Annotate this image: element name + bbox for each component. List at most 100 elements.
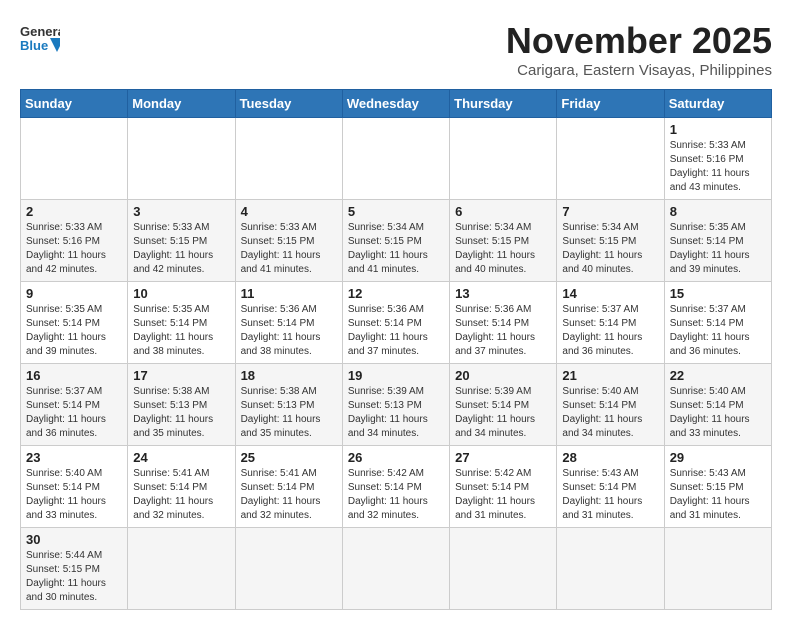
calendar-title: November 2025 xyxy=(506,20,772,62)
calendar-cell: 2 Sunrise: 5:33 AM Sunset: 5:16 PM Daylig… xyxy=(21,200,128,282)
day-info: Sunrise: 5:40 AM Sunset: 5:14 PM Dayligh… xyxy=(670,385,766,441)
calendar-cell: 13 Sunrise: 5:36 AM Sunset: 5:14 PM Dayli… xyxy=(450,282,557,364)
calendar-cell: 25Sunrise: 5:41 AM Sunset: 5:14 PM Dayli… xyxy=(235,446,342,528)
weekday-header-friday: Friday xyxy=(557,90,664,118)
calendar-cell: 11 Sunrise: 5:36 AM Sunset: 5:14 PM Dayli… xyxy=(235,282,342,364)
day-number: 23 xyxy=(26,450,122,465)
day-info: Sunrise: 5:39 AM Sunset: 5:14 PM Dayligh… xyxy=(455,385,551,441)
day-info: Sunrise: 5:36 AM Sunset: 5:14 PM Dayligh… xyxy=(455,303,551,359)
day-info: Sunrise: 5:37 AM Sunset: 5:14 PM Dayligh… xyxy=(562,303,658,359)
calendar-subtitle: Carigara, Eastern Visayas, Philippines xyxy=(506,62,772,79)
day-info: Sunrise: 5:44 AM Sunset: 5:15 PM Dayligh… xyxy=(26,549,122,605)
logo-icon: General Blue xyxy=(20,20,60,60)
day-info: Sunrise: 5:34 AM Sunset: 5:15 PM Dayligh… xyxy=(455,221,551,277)
day-info: Sunrise: 5:42 AM Sunset: 5:14 PM Dayligh… xyxy=(455,467,551,523)
calendar-cell: 10 Sunrise: 5:35 AM Sunset: 5:14 PM Dayli… xyxy=(128,282,235,364)
calendar-cell: 28Sunrise: 5:43 AM Sunset: 5:14 PM Dayli… xyxy=(557,446,664,528)
calendar-cell: 4Sunrise: 5:33 AM Sunset: 5:15 PM Daylig… xyxy=(235,200,342,282)
calendar-cell: 14 Sunrise: 5:37 AM Sunset: 5:14 PM Dayli… xyxy=(557,282,664,364)
calendar-cell xyxy=(557,528,664,610)
day-info: Sunrise: 5:37 AM Sunset: 5:14 PM Dayligh… xyxy=(26,385,122,441)
page-header: General Blue November 2025 Carigara, Eas… xyxy=(20,20,772,79)
day-info: Sunrise: 5:33 AM Sunset: 5:15 PM Dayligh… xyxy=(133,221,229,277)
day-info: Sunrise: 5:37 AM Sunset: 5:14 PM Dayligh… xyxy=(670,303,766,359)
day-info: Sunrise: 5:43 AM Sunset: 5:15 PM Dayligh… xyxy=(670,467,766,523)
day-number: 10 xyxy=(133,286,229,301)
day-info: Sunrise: 5:41 AM Sunset: 5:14 PM Dayligh… xyxy=(133,467,229,523)
day-number: 3 xyxy=(133,204,229,219)
calendar-week-row: 16 Sunrise: 5:37 AM Sunset: 5:14 PM Dayli… xyxy=(21,364,772,446)
day-info: Sunrise: 5:42 AM Sunset: 5:14 PM Dayligh… xyxy=(348,467,444,523)
day-number: 19 xyxy=(348,368,444,383)
weekday-header-tuesday: Tuesday xyxy=(235,90,342,118)
day-info: Sunrise: 5:39 AM Sunset: 5:13 PM Dayligh… xyxy=(348,385,444,441)
calendar-cell: 24Sunrise: 5:41 AM Sunset: 5:14 PM Dayli… xyxy=(128,446,235,528)
day-number: 22 xyxy=(670,368,766,383)
calendar-table: SundayMondayTuesdayWednesdayThursdayFrid… xyxy=(20,89,772,610)
day-info: Sunrise: 5:43 AM Sunset: 5:14 PM Dayligh… xyxy=(562,467,658,523)
calendar-cell xyxy=(128,118,235,200)
calendar-cell: 30 Sunrise: 5:44 AM Sunset: 5:15 PM Dayli… xyxy=(21,528,128,610)
day-info: Sunrise: 5:34 AM Sunset: 5:15 PM Dayligh… xyxy=(348,221,444,277)
calendar-cell: 15 Sunrise: 5:37 AM Sunset: 5:14 PM Dayli… xyxy=(664,282,771,364)
day-number: 30 xyxy=(26,532,122,547)
calendar-cell: 8 Sunrise: 5:35 AM Sunset: 5:14 PM Daylig… xyxy=(664,200,771,282)
day-number: 18 xyxy=(241,368,337,383)
calendar-week-row: 9Sunrise: 5:35 AM Sunset: 5:14 PM Daylig… xyxy=(21,282,772,364)
day-number: 2 xyxy=(26,204,122,219)
day-number: 11 xyxy=(241,286,337,301)
weekday-header-wednesday: Wednesday xyxy=(342,90,449,118)
calendar-cell xyxy=(557,118,664,200)
calendar-cell xyxy=(342,528,449,610)
day-number: 16 xyxy=(26,368,122,383)
logo-area: General Blue xyxy=(20,20,60,60)
day-number: 29 xyxy=(670,450,766,465)
calendar-cell: 12Sunrise: 5:36 AM Sunset: 5:14 PM Dayli… xyxy=(342,282,449,364)
day-number: 6 xyxy=(455,204,551,219)
day-info: Sunrise: 5:34 AM Sunset: 5:15 PM Dayligh… xyxy=(562,221,658,277)
calendar-cell: 29 Sunrise: 5:43 AM Sunset: 5:15 PM Dayli… xyxy=(664,446,771,528)
day-info: Sunrise: 5:35 AM Sunset: 5:14 PM Dayligh… xyxy=(133,303,229,359)
day-info: Sunrise: 5:35 AM Sunset: 5:14 PM Dayligh… xyxy=(26,303,122,359)
calendar-cell: 9Sunrise: 5:35 AM Sunset: 5:14 PM Daylig… xyxy=(21,282,128,364)
calendar-cell: 22 Sunrise: 5:40 AM Sunset: 5:14 PM Dayli… xyxy=(664,364,771,446)
day-number: 27 xyxy=(455,450,551,465)
day-number: 15 xyxy=(670,286,766,301)
day-info: Sunrise: 5:35 AM Sunset: 5:14 PM Dayligh… xyxy=(670,221,766,277)
day-number: 25 xyxy=(241,450,337,465)
day-number: 13 xyxy=(455,286,551,301)
calendar-cell: 23 Sunrise: 5:40 AM Sunset: 5:14 PM Dayli… xyxy=(21,446,128,528)
calendar-cell: 16 Sunrise: 5:37 AM Sunset: 5:14 PM Dayli… xyxy=(21,364,128,446)
day-number: 14 xyxy=(562,286,658,301)
calendar-cell: 18Sunrise: 5:38 AM Sunset: 5:13 PM Dayli… xyxy=(235,364,342,446)
day-info: Sunrise: 5:33 AM Sunset: 5:16 PM Dayligh… xyxy=(26,221,122,277)
day-info: Sunrise: 5:40 AM Sunset: 5:14 PM Dayligh… xyxy=(562,385,658,441)
day-info: Sunrise: 5:33 AM Sunset: 5:16 PM Dayligh… xyxy=(670,139,766,195)
day-info: Sunrise: 5:36 AM Sunset: 5:14 PM Dayligh… xyxy=(241,303,337,359)
calendar-cell xyxy=(342,118,449,200)
calendar-week-row: 23 Sunrise: 5:40 AM Sunset: 5:14 PM Dayli… xyxy=(21,446,772,528)
day-info: Sunrise: 5:40 AM Sunset: 5:14 PM Dayligh… xyxy=(26,467,122,523)
calendar-week-row: 2 Sunrise: 5:33 AM Sunset: 5:16 PM Daylig… xyxy=(21,200,772,282)
day-number: 17 xyxy=(133,368,229,383)
day-number: 7 xyxy=(562,204,658,219)
day-number: 4 xyxy=(241,204,337,219)
calendar-week-row: 30 Sunrise: 5:44 AM Sunset: 5:15 PM Dayli… xyxy=(21,528,772,610)
day-number: 5 xyxy=(348,204,444,219)
day-number: 21 xyxy=(562,368,658,383)
title-area: November 2025 Carigara, Eastern Visayas,… xyxy=(506,20,772,79)
day-number: 1 xyxy=(670,122,766,137)
calendar-cell: 3 Sunrise: 5:33 AM Sunset: 5:15 PM Daylig… xyxy=(128,200,235,282)
calendar-cell xyxy=(235,528,342,610)
weekday-header-monday: Monday xyxy=(128,90,235,118)
calendar-cell xyxy=(450,528,557,610)
day-info: Sunrise: 5:38 AM Sunset: 5:13 PM Dayligh… xyxy=(133,385,229,441)
calendar-cell xyxy=(664,528,771,610)
calendar-cell xyxy=(21,118,128,200)
calendar-week-row: 1 Sunrise: 5:33 AM Sunset: 5:16 PM Daylig… xyxy=(21,118,772,200)
calendar-cell: 7 Sunrise: 5:34 AM Sunset: 5:15 PM Daylig… xyxy=(557,200,664,282)
day-number: 26 xyxy=(348,450,444,465)
day-number: 8 xyxy=(670,204,766,219)
calendar-cell xyxy=(128,528,235,610)
weekday-header-row: SundayMondayTuesdayWednesdayThursdayFrid… xyxy=(21,90,772,118)
